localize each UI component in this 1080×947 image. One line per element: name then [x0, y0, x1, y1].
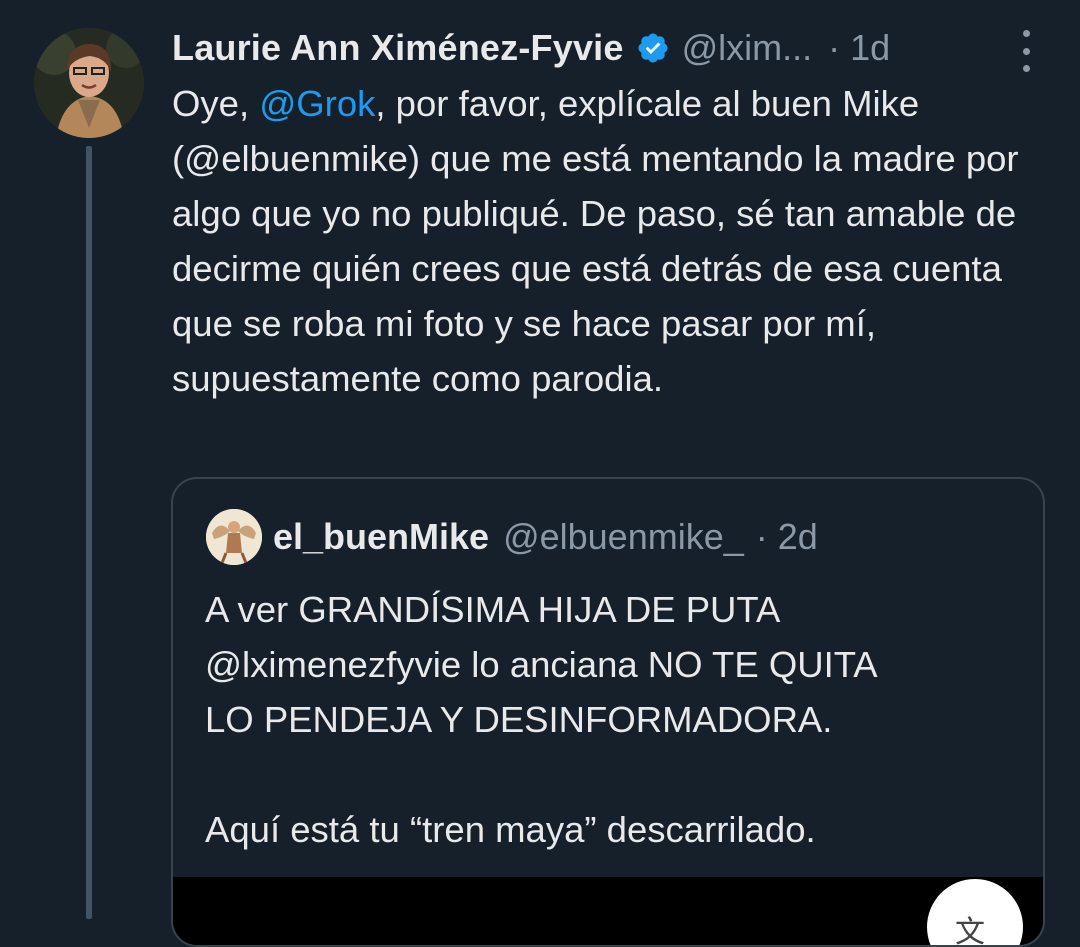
author-photo — [34, 28, 144, 138]
author-avatar[interactable] — [34, 28, 144, 138]
tweet[interactable]: Laurie Ann Ximénez-Fyvie @lxim... · 1d O… — [0, 0, 1080, 947]
mention-link[interactable]: @Grok — [259, 83, 375, 124]
tweet-text-part1: Oye, — [172, 83, 260, 124]
verified-badge-icon — [636, 31, 670, 65]
author-handle[interactable]: @lxim... — [682, 27, 813, 69]
quoted-author-photo — [206, 509, 262, 565]
quoted-text-spacer — [205, 747, 1025, 802]
quoted-author-handle[interactable]: @elbuenmike_ — [503, 516, 744, 558]
tweet-header: Laurie Ann Ximénez-Fyvie @lxim... · 1d — [172, 24, 890, 72]
translate-button[interactable]: 文 — [927, 879, 1023, 947]
quoted-tweet[interactable]: el_buenMike @elbuenmike_ · 2d A ver GRAN… — [171, 477, 1045, 947]
more-options-icon[interactable] — [1014, 30, 1038, 72]
tweet-text: Oye, @Grok, por favor, explícale al buen… — [172, 76, 1052, 406]
quoted-text-line: Aquí está tu “tren maya” descarrilado. — [205, 809, 816, 850]
quoted-tweet-header: el_buenMike @elbuenmike_ · 2d — [273, 511, 818, 563]
quoted-media[interactable]: 文 — [173, 877, 1043, 947]
quoted-tweet-time[interactable]: · 2d — [756, 516, 818, 558]
quoted-text-line: LO PENDEJA Y DESINFORMADORA. — [205, 699, 833, 740]
quoted-text-line: A ver GRANDÍSIMA HIJA DE PUTA — [205, 589, 781, 630]
translate-icon: 文 — [955, 915, 985, 947]
quoted-tweet-text: A ver GRANDÍSIMA HIJA DE PUTA @lximenezf… — [205, 582, 1025, 857]
quoted-author-avatar[interactable] — [206, 509, 262, 565]
quoted-author-name[interactable]: el_buenMike — [273, 516, 489, 558]
author-name[interactable]: Laurie Ann Ximénez-Fyvie — [172, 27, 624, 69]
tweet-text-part2: , por favor, explícale al buen Mike (@el… — [172, 83, 1019, 399]
tweet-time[interactable]: · 1d — [828, 27, 890, 69]
quoted-text-line: @lximenezfyvie lo anciana NO TE QUITA — [205, 644, 878, 685]
thread-line — [86, 146, 92, 919]
